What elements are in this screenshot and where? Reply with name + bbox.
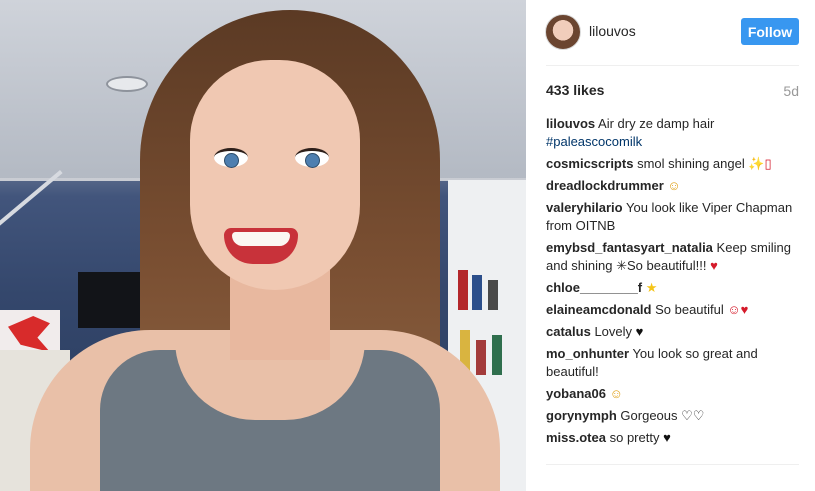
comment-username[interactable]: yobana06 <box>546 386 606 401</box>
comment-item: emybsd_fantasyart_natalia Keep smiling a… <box>546 239 801 275</box>
comment-item: yobana06 ☺ <box>546 385 801 403</box>
caption: lilouvos Air dry ze damp hair #paleascoc… <box>546 115 801 151</box>
comment-item: gorynymph Gorgeous ♡♡ <box>546 407 801 425</box>
book <box>458 270 468 310</box>
follow-button[interactable]: Follow <box>741 18 799 45</box>
avatar[interactable] <box>545 14 581 50</box>
wall-art-red <box>8 316 50 352</box>
wall-line-diagonal <box>0 170 63 276</box>
comment-username[interactable]: elaineamcdonald <box>546 302 651 317</box>
divider <box>546 464 799 465</box>
book <box>488 280 498 310</box>
book <box>492 335 502 375</box>
caption-text: Air dry ze damp hair <box>598 116 715 131</box>
tv-screen <box>78 272 148 328</box>
post-sidebar: lilouvos Follow 433 likes 5d lilouvos Ai… <box>526 0 815 491</box>
emoji-icon: ☺♥ <box>727 302 749 317</box>
comment-username[interactable]: chloe________f <box>546 280 642 295</box>
emoji-icon: ♥ <box>663 430 671 445</box>
emoji-icon: ✨▯ <box>748 156 772 171</box>
hashtag-link[interactable]: #paleascocomilk <box>546 133 801 151</box>
book <box>472 275 482 310</box>
emoji-icon: ♡♡ <box>681 408 705 423</box>
likes-count[interactable]: 433 likes <box>546 82 604 98</box>
emoji-icon: ☺ <box>667 178 681 193</box>
post-header: lilouvos Follow <box>526 0 815 65</box>
comment-item: valeryhilario You look like Viper Chapma… <box>546 199 801 235</box>
comment-item: cosmicscripts smol shining angel ✨▯ <box>546 155 801 173</box>
ceiling-lamp <box>106 76 148 92</box>
comment-text: So beautiful <box>655 302 724 317</box>
comment-item: catalus Lovely ♥ <box>546 323 801 341</box>
comment-item: mo_onhunter You look so great and beauti… <box>546 345 801 381</box>
comment-text: Lovely <box>594 324 633 339</box>
post-age[interactable]: 5d <box>783 83 799 99</box>
comment-items: cosmicscripts smol shining angel ✨▯ dread… <box>546 155 801 447</box>
comment-text: so pretty <box>609 430 660 445</box>
comment-item: chloe________f ★ <box>546 279 801 297</box>
divider <box>546 65 799 66</box>
comment-text: smol shining angel <box>637 156 745 171</box>
comment-username[interactable]: gorynymph <box>546 408 617 423</box>
comment-item: elaineamcdonald So beautiful ☺♥ <box>546 301 801 319</box>
comment-username[interactable]: mo_onhunter <box>546 346 629 361</box>
comments-list: lilouvos Air dry ze damp hair #paleascoc… <box>546 115 801 451</box>
emoji-icon: ★ <box>645 280 658 295</box>
comment-item: dreadlockdrummer ☺ <box>546 177 801 195</box>
caption-username[interactable]: lilouvos <box>546 116 595 131</box>
left-eye <box>214 148 248 168</box>
emoji-icon: ♥ <box>710 258 718 273</box>
comment-username[interactable]: catalus <box>546 324 591 339</box>
comment-username[interactable]: dreadlockdrummer <box>546 178 664 193</box>
comment-username[interactable]: miss.otea <box>546 430 606 445</box>
iris <box>224 153 239 168</box>
post-photo[interactable] <box>0 0 526 491</box>
emoji-icon: ☺ <box>609 386 623 401</box>
comment-username[interactable]: emybsd_fantasyart_natalia <box>546 240 713 255</box>
book <box>476 340 486 375</box>
teeth <box>232 232 290 246</box>
right-eye <box>295 148 329 168</box>
emoji-icon: ♥ <box>635 324 644 339</box>
comment-username[interactable]: cosmicscripts <box>546 156 633 171</box>
comment-text: Gorgeous <box>620 408 678 423</box>
comment-item: miss.otea so pretty ♥ <box>546 429 801 447</box>
header-username[interactable]: lilouvos <box>589 23 636 39</box>
comment-username[interactable]: valeryhilario <box>546 200 623 215</box>
iris <box>305 153 320 168</box>
